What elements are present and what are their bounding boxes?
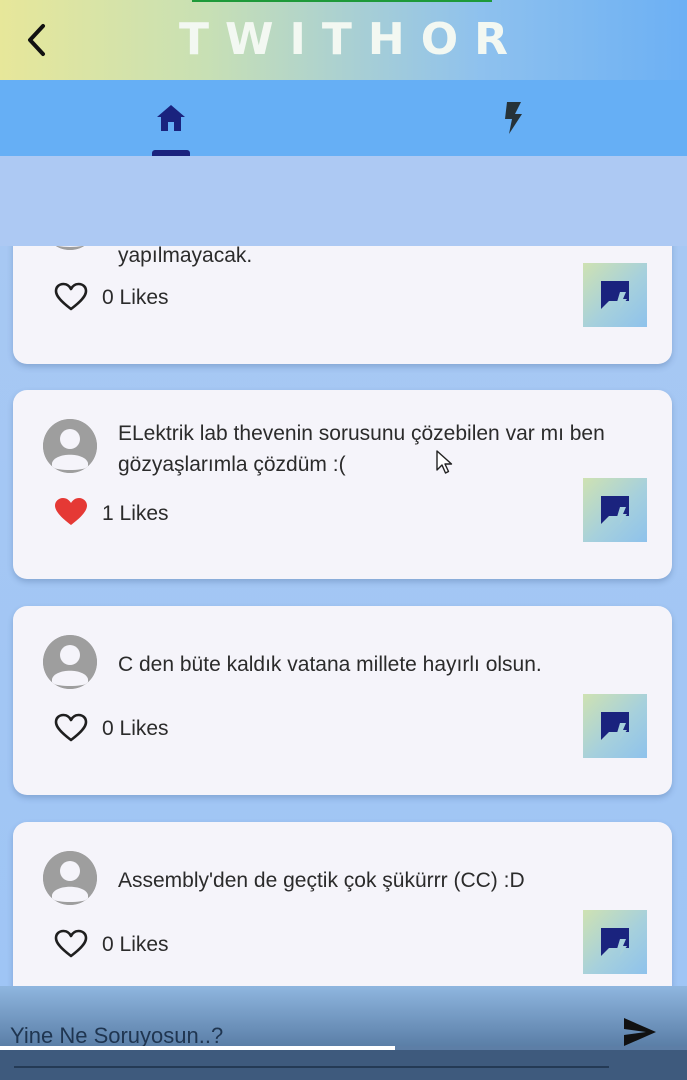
like-button[interactable] xyxy=(51,492,91,532)
likes-count: 0 Likes xyxy=(102,717,169,740)
likes-count: 1 Likes xyxy=(102,502,169,525)
heart-filled-icon xyxy=(55,498,87,525)
comment-flash-icon xyxy=(601,281,629,310)
avatar xyxy=(43,246,97,250)
post-text: C den büte kaldık vatana millete hayırlı… xyxy=(118,653,542,676)
comment-button[interactable] xyxy=(583,478,647,542)
comment-flash-icon xyxy=(601,496,629,525)
comment-flash-icon xyxy=(601,928,629,957)
heart-outline-icon xyxy=(54,713,88,742)
person-icon xyxy=(55,246,85,250)
post-text: ELektrik lab thevenin sorusunu çözebilen… xyxy=(118,422,605,476)
likes-count: 0 Likes xyxy=(102,933,169,956)
post-feed[interactable]: yapılmayacak. 0 Likes ELektrik lab theve… xyxy=(0,246,687,986)
tab-flash[interactable] xyxy=(453,80,573,156)
top-progress-line xyxy=(192,0,492,2)
like-button[interactable] xyxy=(51,924,91,964)
like-button[interactable] xyxy=(51,708,91,748)
post-text: yapılmayacak. xyxy=(118,246,253,267)
avatar xyxy=(43,851,97,905)
bottom-divider xyxy=(14,1066,609,1068)
avatar xyxy=(43,635,97,689)
tab-home[interactable] xyxy=(111,80,231,156)
likes-count: 0 Likes xyxy=(102,286,169,309)
home-icon xyxy=(157,105,185,131)
mouse-cursor-icon xyxy=(436,450,453,474)
person-icon xyxy=(43,419,97,473)
post-text: Assembly'den de geçtik çok şükürrr (CC) … xyxy=(118,869,525,892)
flash-icon xyxy=(505,102,522,134)
bottom-bar xyxy=(0,1050,687,1080)
heart-outline-icon xyxy=(54,929,88,958)
post-card: ELektrik lab thevenin sorusunu çözebilen… xyxy=(13,390,672,579)
app-bar: TWITHOR xyxy=(0,0,687,80)
person-icon xyxy=(43,851,97,905)
avatar xyxy=(43,419,97,473)
post-card: C den büte kaldık vatana millete hayırlı… xyxy=(13,606,672,795)
send-icon xyxy=(624,1018,656,1046)
comment-button[interactable] xyxy=(583,694,647,758)
comment-flash-icon xyxy=(601,712,629,741)
app-title: TWITHOR xyxy=(178,14,525,65)
comment-button[interactable] xyxy=(583,910,647,974)
post-card: yapılmayacak. 0 Likes xyxy=(13,246,672,364)
person-icon xyxy=(43,635,97,689)
like-button[interactable] xyxy=(51,277,91,317)
heart-outline-icon xyxy=(54,282,88,311)
tab-bar xyxy=(0,80,687,156)
comment-button[interactable] xyxy=(583,263,647,327)
subheader-area xyxy=(0,156,687,246)
post-card: Assembly'den de geçtik çok şükürrr (CC) … xyxy=(13,822,672,986)
